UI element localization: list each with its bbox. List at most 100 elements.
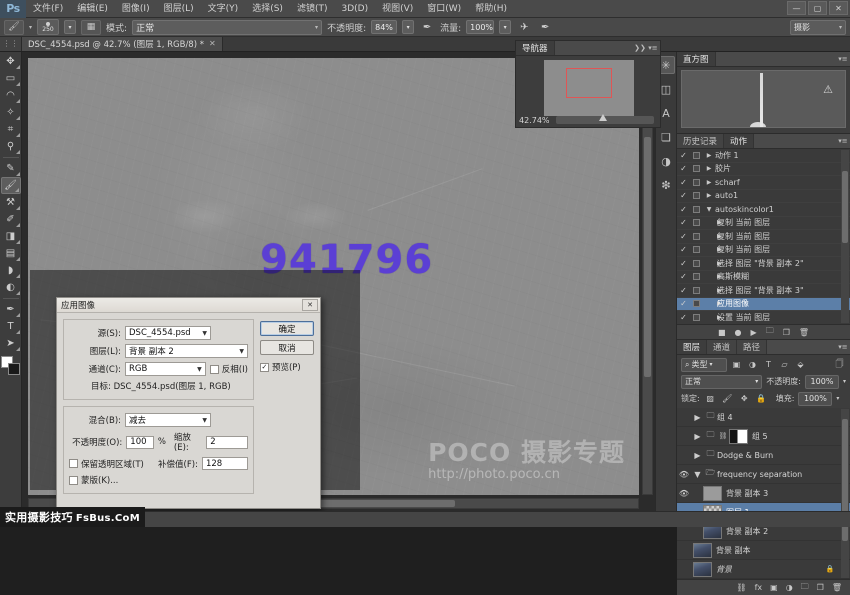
layers-scrollbar[interactable] <box>841 409 849 578</box>
action-row[interactable]: ✓ ▶ 选择 图层 "背景 副本 2" <box>677 257 850 271</box>
action-enabled-check[interactable]: ✓ <box>677 164 690 173</box>
action-row[interactable]: ✓ ▶ 复制 当前 图层 <box>677 244 850 258</box>
menu-help[interactable]: 帮助(H) <box>468 0 514 18</box>
opacity-chevron-icon[interactable]: ▾ <box>402 20 414 34</box>
flow-input[interactable]: 100% <box>466 20 494 34</box>
layers-list[interactable]: ▶ 🗀 组 4 ▶ 🗀 ⛓ 组 5 <box>677 408 850 579</box>
menu-window[interactable]: 窗口(W) <box>420 0 468 18</box>
chevron-right-icon[interactable]: ▶ <box>703 179 715 186</box>
action-dialog-toggle[interactable] <box>690 179 703 186</box>
warning-icon[interactable]: ⚠ <box>823 83 833 96</box>
action-dialog-toggle[interactable] <box>690 314 703 321</box>
chevron-right-icon[interactable]: ▶ <box>703 273 717 280</box>
tablet-pressure-icon[interactable]: ✒ <box>537 19 553 35</box>
tab-bar-grip[interactable]: ⋮⋮ <box>0 36 22 51</box>
action-row[interactable]: ✓ ▶ 胶片 <box>677 163 850 177</box>
chevron-right-icon[interactable]: ▶ <box>703 260 717 267</box>
chevron-right-icon[interactable]: ▶ <box>691 413 704 422</box>
action-enabled-check[interactable]: ✓ <box>677 245 690 254</box>
chevron-down-icon[interactable]: ▾ <box>836 395 839 402</box>
chevron-right-icon[interactable]: ▶ <box>703 165 715 172</box>
action-enabled-check[interactable]: ✓ <box>677 232 690 241</box>
actions-scroll-thumb[interactable] <box>842 171 848 244</box>
layer-row[interactable]: 背景 🔒 <box>677 560 850 579</box>
adjustment-icon[interactable]: ◑ <box>786 583 793 592</box>
offset-input[interactable]: 128 <box>202 457 248 470</box>
color-swatches[interactable] <box>1 356 21 376</box>
new-layer-icon[interactable]: ❐ <box>817 583 824 592</box>
fx-icon[interactable]: fx <box>755 583 763 592</box>
flow-chevron-icon[interactable]: ▾ <box>499 20 511 34</box>
close-button[interactable]: ✕ <box>829 1 848 15</box>
chevron-down-icon[interactable]: ▼ <box>691 470 704 479</box>
lock-image-icon[interactable]: 🖌 <box>721 392 734 405</box>
action-row[interactable]: ✓ ▶ 选择 图层 "背景 副本 3" <box>677 284 850 298</box>
chevron-right-icon[interactable]: ▶ <box>703 192 715 199</box>
chevron-right-icon[interactable]: ▶ <box>691 432 704 441</box>
workspace-switcher[interactable]: 摄影 ▾ <box>790 20 846 35</box>
blur-tool[interactable]: ◗ <box>1 262 21 279</box>
action-dialog-toggle[interactable] <box>690 206 703 213</box>
action-enabled-check[interactable]: ✓ <box>677 205 690 214</box>
action-dialog-toggle[interactable] <box>690 273 703 280</box>
close-icon[interactable]: ✕ <box>209 39 216 48</box>
channel-select[interactable]: RGB ▼ <box>125 362 206 376</box>
tool-preset-chevron-icon[interactable]: ▾ <box>29 24 32 31</box>
move-tool[interactable]: ✥ <box>1 53 21 70</box>
minimize-button[interactable]: — <box>787 1 806 15</box>
canvas-vertical-scroll-thumb[interactable] <box>644 137 651 376</box>
chevron-right-icon[interactable]: ▶ <box>703 300 717 307</box>
gradient-tool[interactable]: ▤ <box>1 245 21 262</box>
action-enabled-check[interactable]: ✓ <box>677 178 690 187</box>
eyedropper-tool[interactable]: ⚲ <box>1 138 21 155</box>
preserve-transparency-row[interactable]: 保留透明区域(T) <box>69 458 144 470</box>
chevron-right-icon[interactable]: ▶ <box>703 314 717 321</box>
stop-icon[interactable]: ■ <box>718 328 726 337</box>
menu-image[interactable]: 图像(I) <box>115 0 157 18</box>
layer-fill-input[interactable]: 100% <box>798 392 832 406</box>
layer-blend-mode-select[interactable]: 正常 ▾ <box>681 375 762 389</box>
type-tool[interactable]: T <box>1 318 21 335</box>
smart-filter-icon[interactable]: ⬙ <box>794 358 807 371</box>
filter-toggle-switch-icon[interactable]: 🗍 <box>833 358 846 371</box>
menu-view[interactable]: 视图(V) <box>375 0 420 18</box>
history-brush-tool[interactable]: ✐ <box>1 211 21 228</box>
chevron-right-icon[interactable]: ▶ <box>703 246 717 253</box>
quick-selection-tool[interactable]: ✧ <box>1 104 21 121</box>
layer-mask-thumbnail[interactable] <box>729 429 748 444</box>
brush-size-picker[interactable]: 250 <box>37 19 59 35</box>
menu-filter[interactable]: 滤镜(T) <box>290 0 335 18</box>
action-dialog-toggle[interactable] <box>690 260 703 267</box>
action-row[interactable]: ✓ ▶ 复制 当前 图层 <box>677 217 850 231</box>
layer-opacity-input[interactable]: 100% <box>805 375 839 389</box>
apply-image-dialog[interactable]: 应用图像 ✕ 源(S): DSC_4554.psd ▼ 图层(L): <box>56 297 321 509</box>
tab-layers[interactable]: 图层 <box>677 340 707 354</box>
background-color-swatch[interactable] <box>8 363 20 375</box>
action-row[interactable]: ✓ ▶ scharf <box>677 176 850 190</box>
chevron-down-icon[interactable]: ▾ <box>843 378 846 385</box>
navigator-view-box[interactable] <box>566 68 612 98</box>
layer-select[interactable]: 背景 副本 2 ▼ <box>125 344 248 358</box>
panel-menu-icon[interactable]: ▾≡ <box>838 136 848 146</box>
action-enabled-check[interactable]: ✓ <box>677 299 690 308</box>
shape-filter-icon[interactable]: ▱ <box>778 358 791 371</box>
action-enabled-check[interactable]: ✓ <box>677 259 690 268</box>
action-row[interactable]: ✓ ▶ 动作 1 <box>677 149 850 163</box>
layer-row[interactable]: ▶ 🗀 ⛓ 组 5 <box>677 427 850 446</box>
scale-input[interactable]: 2 <box>206 436 248 449</box>
chevron-right-icon[interactable]: ▶ <box>703 233 717 240</box>
preserve-transparency-checkbox[interactable] <box>69 459 78 468</box>
visibility-toggle-icon[interactable]: 👁 <box>677 489 691 498</box>
layer-row[interactable]: 背景 副本 <box>677 541 850 560</box>
action-dialog-toggle[interactable] <box>690 165 703 172</box>
layer-filter-type-select[interactable]: ⌕ 类型 ▾ <box>681 358 727 372</box>
action-enabled-check[interactable]: ✓ <box>677 218 690 227</box>
close-icon[interactable]: ✕ <box>302 299 318 311</box>
visibility-toggle-icon[interactable]: 👁 <box>677 470 691 479</box>
pen-tool[interactable]: ✒ <box>1 301 21 318</box>
tab-paths[interactable]: 路径 <box>737 340 767 354</box>
layer-row[interactable]: 👁 背景 副本 3 <box>677 484 850 503</box>
pixel-filter-icon[interactable]: ▣ <box>730 358 743 371</box>
record-icon[interactable]: ● <box>735 328 742 337</box>
action-dialog-toggle[interactable] <box>690 233 703 240</box>
